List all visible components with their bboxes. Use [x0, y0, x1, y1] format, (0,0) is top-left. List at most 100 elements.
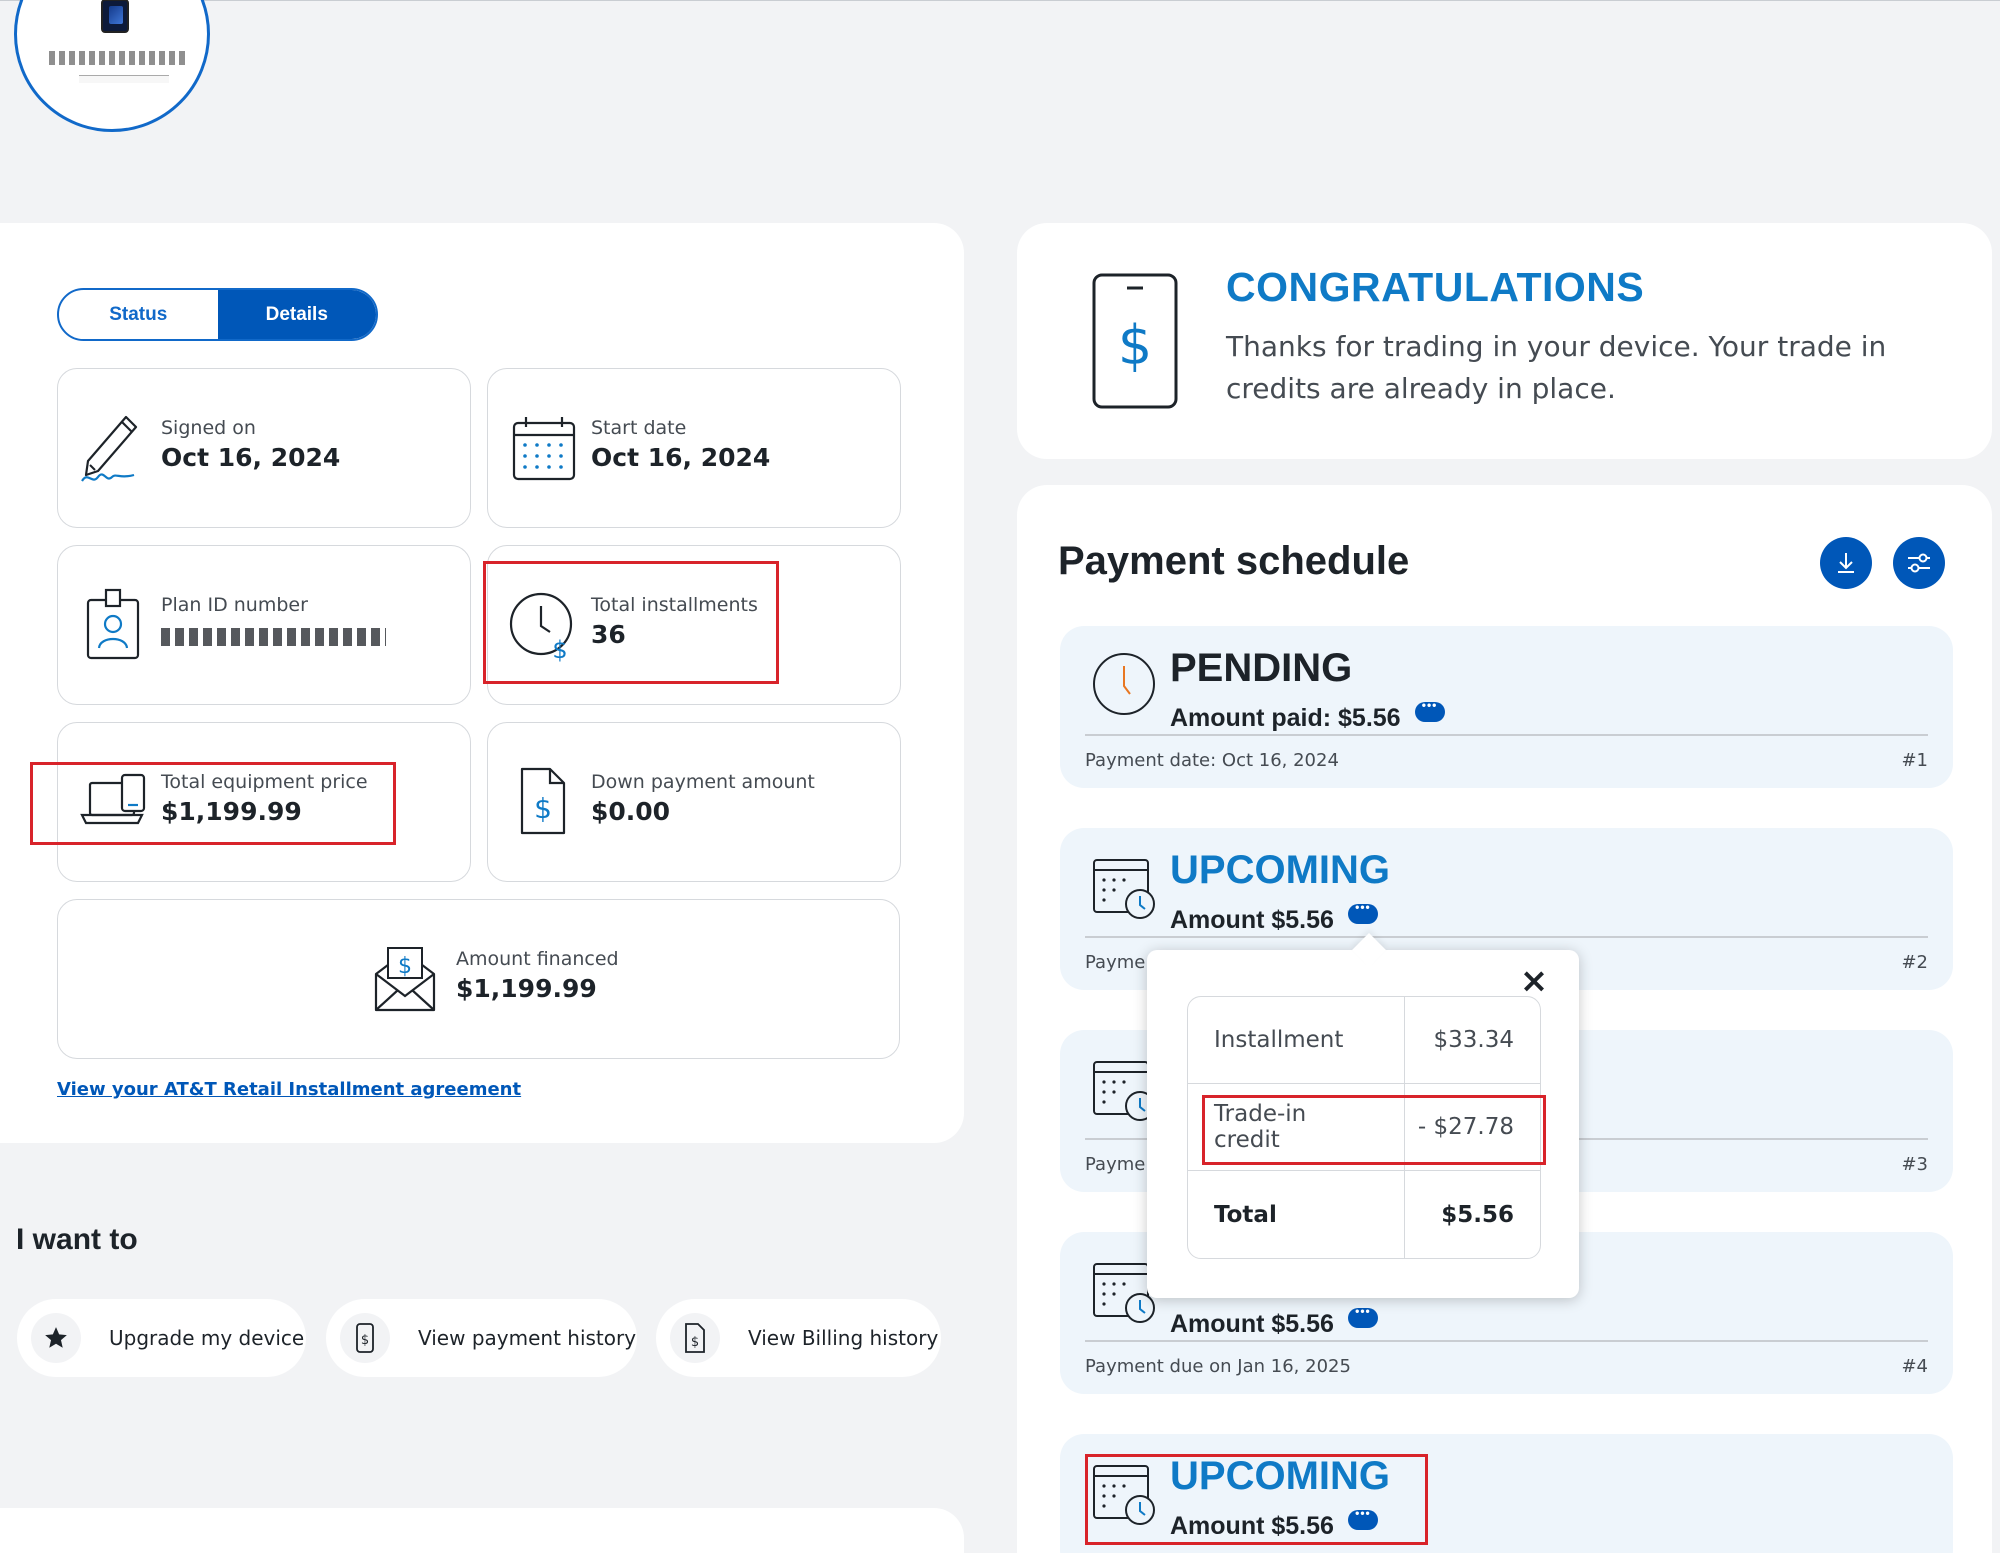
- payment-row-5[interactable]: UPCOMING Amount $5.56: [1060, 1434, 1953, 1553]
- star-icon: [31, 1313, 81, 1363]
- down-payment-label: Down payment amount: [591, 771, 815, 793]
- clock-dollar-icon: $: [509, 592, 573, 662]
- status-tab[interactable]: Status: [59, 290, 218, 339]
- svg-text:$: $: [361, 1333, 369, 1348]
- row-divider: [1085, 1340, 1928, 1342]
- congrats-text: Thanks for trading in your device. Your …: [1226, 330, 1887, 405]
- congrats-title: CONGRATULATIONS: [1226, 264, 1645, 310]
- plan-id-tile: Plan ID number: [57, 545, 471, 705]
- details-tab[interactable]: Details: [217, 290, 376, 339]
- row-divider: [1085, 936, 1928, 938]
- down-payment-tile: $ Down payment amount $0.00: [487, 722, 901, 882]
- payment-status-pending: PENDING: [1170, 646, 1353, 690]
- upgrade-device-label: Upgrade my device: [109, 1326, 305, 1350]
- device-thumbnail: [101, 0, 129, 33]
- start-date-label: Start date: [591, 417, 687, 439]
- total-installments-value: 36: [591, 620, 626, 649]
- payment-row-1[interactable]: PENDING Amount paid: $5.56 Payment date:…: [1060, 626, 1953, 788]
- breakdown-amount: $5.56: [1404, 1171, 1540, 1258]
- document-dollar-icon: $: [670, 1313, 720, 1363]
- signed-on-value: Oct 16, 2024: [161, 443, 341, 472]
- installment-agreement-link[interactable]: View your AT&T Retail Installment agreem…: [57, 1079, 521, 1100]
- payment-number: #4: [1901, 1356, 1928, 1377]
- download-button[interactable]: [1820, 537, 1872, 589]
- total-installments-tile: $ Total installments 36: [487, 545, 901, 705]
- view-payment-history-label: View payment history: [418, 1326, 637, 1350]
- start-date-value: Oct 16, 2024: [591, 443, 771, 472]
- amount-financed-label: Amount financed: [456, 948, 619, 970]
- laptop-phone-icon: [80, 773, 146, 825]
- payment-amount: Amount $5.56: [1170, 900, 1378, 935]
- close-icon[interactable]: ×: [1517, 964, 1551, 998]
- payment-date: Payment due on Jan 16, 2025: [1085, 1356, 1351, 1377]
- sliders-icon: [1908, 553, 1930, 573]
- payment-date: Payment date: Oct 16, 2024: [1085, 750, 1339, 771]
- i-want-to-heading: I want to: [16, 1223, 138, 1256]
- pen-signature-icon: [81, 415, 138, 482]
- payment-number: #1: [1901, 750, 1928, 771]
- more-details-button[interactable]: [1347, 1506, 1378, 1530]
- masked-phone-number: [49, 51, 187, 65]
- id-badge-icon: [86, 588, 140, 660]
- calendar-clock-icon: [1093, 859, 1155, 919]
- envelope-dollar-icon: $: [374, 947, 436, 1012]
- status-details-toggle[interactable]: Status Details: [57, 288, 378, 341]
- payment-amount: Amount $5.56: [1170, 1304, 1378, 1339]
- breakdown-label: Trade-in credit: [1188, 1084, 1404, 1171]
- bottom-card: [0, 1508, 964, 1553]
- view-billing-history-label: View Billing history: [748, 1326, 939, 1350]
- svg-text:$: $: [534, 792, 552, 825]
- table-row: Installment $33.34: [1188, 997, 1540, 1084]
- filter-button[interactable]: [1893, 537, 1945, 589]
- payment-schedule-title: Payment schedule: [1058, 539, 1410, 583]
- document-dollar-icon: $: [520, 767, 566, 835]
- download-icon: [1838, 553, 1854, 573]
- down-payment-value: $0.00: [591, 797, 671, 826]
- payment-breakdown-table: Installment $33.34 Trade-in credit - $27…: [1187, 996, 1541, 1259]
- svg-text:$: $: [691, 1335, 699, 1350]
- amount-financed-value: $1,199.99: [456, 974, 597, 1003]
- more-details-button[interactable]: [1347, 900, 1378, 924]
- clock-icon: [1093, 653, 1155, 715]
- amount-financed-tile: $ Amount financed $1,199.99: [57, 899, 900, 1059]
- svg-text:$: $: [1118, 314, 1152, 377]
- calendar-icon: [512, 417, 576, 481]
- payment-amount: Amount paid: $5.56: [1170, 698, 1445, 733]
- top-border: [0, 0, 2000, 1]
- payment-status-upcoming: UPCOMING: [1170, 1454, 1390, 1498]
- calendar-clock-icon: [1093, 1465, 1155, 1525]
- total-equipment-price-tile: Total equipment price $1,199.99: [57, 722, 471, 882]
- total-equipment-price-label: Total equipment price: [161, 771, 368, 793]
- signed-on-tile: Signed on Oct 16, 2024: [57, 368, 471, 528]
- start-date-tile: Start date Oct 16, 2024: [487, 368, 901, 528]
- breakdown-label: Installment: [1188, 997, 1404, 1084]
- payment-amount: Amount $5.56: [1170, 1506, 1378, 1541]
- payment-number: #3: [1901, 1154, 1928, 1175]
- more-details-button[interactable]: [1347, 1304, 1378, 1328]
- payment-status-upcoming: UPCOMING: [1170, 848, 1390, 892]
- masked-device-label: [79, 75, 169, 83]
- view-payment-history-button[interactable]: $ View payment history: [326, 1299, 637, 1377]
- view-billing-history-button[interactable]: $ View Billing history: [656, 1299, 941, 1377]
- payment-date: Payme: [1085, 1154, 1146, 1175]
- plan-id-value-masked: [161, 620, 386, 652]
- plan-id-label: Plan ID number: [161, 594, 308, 616]
- svg-text:$: $: [552, 636, 567, 662]
- payment-number: #2: [1901, 952, 1928, 973]
- total-installments-label: Total installments: [591, 594, 758, 616]
- table-row: Trade-in credit - $27.78: [1188, 1084, 1540, 1171]
- device-avatar[interactable]: [14, 0, 210, 132]
- table-row: Total $5.56: [1188, 1171, 1540, 1258]
- upgrade-device-button[interactable]: Upgrade my device: [17, 1299, 306, 1377]
- payment-date: Payme: [1085, 952, 1146, 973]
- row-divider: [1085, 734, 1928, 736]
- phone-dollar-icon: $: [340, 1313, 390, 1363]
- breakdown-amount: $33.34: [1404, 997, 1540, 1084]
- breakdown-amount: - $27.78: [1404, 1084, 1540, 1171]
- total-equipment-price-value: $1,199.99: [161, 797, 302, 826]
- svg-text:$: $: [398, 954, 412, 979]
- signed-on-label: Signed on: [161, 417, 256, 439]
- breakdown-label: Total: [1214, 1201, 1277, 1228]
- phone-dollar-icon: $: [1092, 273, 1178, 409]
- more-details-button[interactable]: [1414, 698, 1445, 722]
